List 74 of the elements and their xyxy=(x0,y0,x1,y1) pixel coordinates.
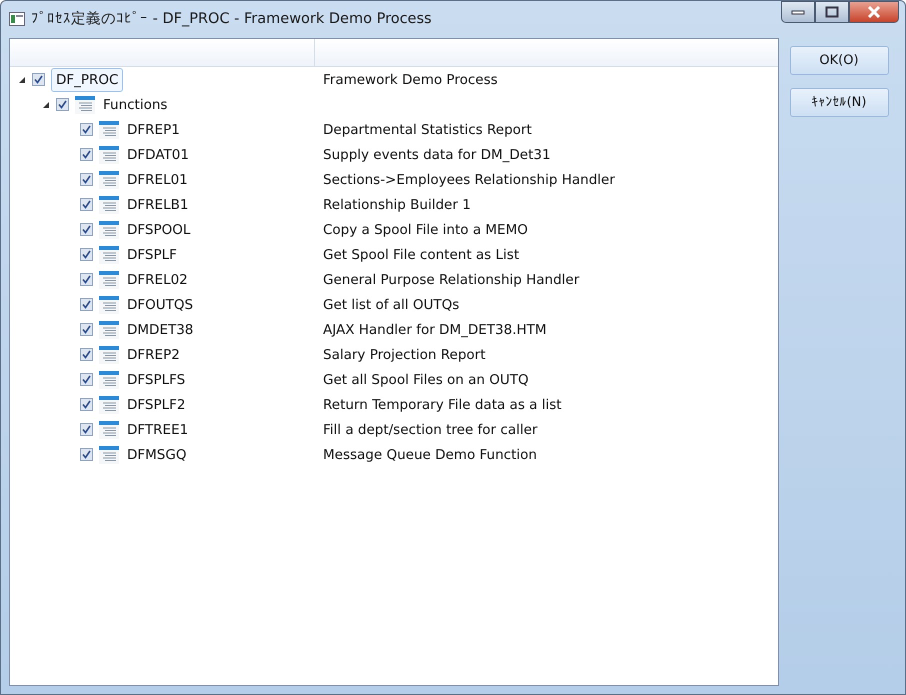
tree-item[interactable]: DFSPOOL xyxy=(123,218,194,240)
tree-item[interactable]: DFREL02 xyxy=(123,268,192,290)
description-text: Get Spool File content as List xyxy=(323,246,520,262)
tree-item[interactable]: DMDET38 xyxy=(123,318,198,340)
checkbox[interactable] xyxy=(80,248,93,261)
minimize-button[interactable] xyxy=(781,1,815,23)
checkbox[interactable] xyxy=(80,398,93,411)
checkbox[interactable] xyxy=(80,223,93,236)
list-icon xyxy=(99,320,119,338)
tree-item[interactable]: DFOUTQS xyxy=(123,294,198,316)
checkbox[interactable] xyxy=(80,448,93,461)
description-text: Departmental Statistics Report xyxy=(323,122,532,138)
maximize-button[interactable] xyxy=(815,1,849,23)
checkbox[interactable] xyxy=(56,98,69,111)
checkbox[interactable] xyxy=(80,298,93,311)
window-icon xyxy=(9,12,25,26)
description-text: Relationship Builder 1 xyxy=(323,196,471,212)
tree-item[interactable]: DF_PROC xyxy=(51,68,124,92)
tree-item[interactable]: DFMSGQ xyxy=(123,444,190,466)
list-icon xyxy=(99,246,119,264)
tree-item[interactable]: DFSPLF2 xyxy=(123,394,190,416)
minimize-icon xyxy=(791,9,805,15)
description-text: Copy a Spool File into a MEMO xyxy=(323,222,528,238)
collapse-arrow-icon[interactable] xyxy=(42,100,52,108)
list-icon xyxy=(99,446,119,464)
tree-item[interactable]: DFTREE1 xyxy=(123,418,192,440)
close-icon xyxy=(867,6,881,18)
dialog-button[interactable]: OK(O) xyxy=(790,46,888,75)
list-icon xyxy=(99,170,119,188)
checkbox[interactable] xyxy=(80,323,93,336)
checkbox[interactable] xyxy=(80,373,93,386)
window-title: ﾌﾟﾛｾｽ定義のｺﾋﾟｰ - DF_PROC - Framework Demo Process xyxy=(31,10,433,28)
checkbox[interactable] xyxy=(80,423,93,436)
tree-item[interactable]: Functions xyxy=(99,94,172,116)
description-text: Supply events data for DM_Det31 xyxy=(323,146,551,162)
list-icon xyxy=(99,196,119,214)
description-text: Return Temporary File data as a list xyxy=(323,396,562,412)
collapse-arrow-icon[interactable] xyxy=(18,76,28,84)
close-button[interactable] xyxy=(849,1,899,23)
checkbox[interactable] xyxy=(80,123,93,136)
description-text: Get list of all OUTQs xyxy=(323,296,460,312)
tree-item[interactable]: DFREP1 xyxy=(123,118,184,140)
description-text: AJAX Handler for DM_DET38.HTM xyxy=(323,322,547,338)
checkbox[interactable] xyxy=(80,148,93,161)
tree-item[interactable]: DFREP2 xyxy=(123,344,184,366)
list-icon xyxy=(99,146,119,164)
list-icon xyxy=(99,220,119,238)
description-text: Framework Demo Process xyxy=(323,72,498,88)
tree-item[interactable]: DFRELB1 xyxy=(123,194,192,216)
checkbox[interactable] xyxy=(80,273,93,286)
tree-item[interactable]: DFSPLFS xyxy=(123,368,190,390)
list-icon xyxy=(99,296,119,314)
checkbox[interactable] xyxy=(32,73,45,86)
description-text: Salary Projection Report xyxy=(323,346,486,362)
description-text: Fill a dept/section tree for caller xyxy=(323,422,538,438)
list-icon xyxy=(75,96,95,114)
tree-item[interactable]: DFREL01 xyxy=(123,168,192,190)
description-text: Get all Spool Files on an OUTQ xyxy=(323,372,529,388)
list-icon xyxy=(99,370,119,388)
tree-item[interactable]: DFSPLF xyxy=(123,244,181,266)
list-icon xyxy=(99,346,119,364)
maximize-icon xyxy=(825,6,839,18)
description-text: Message Queue Demo Function xyxy=(323,446,537,462)
description-text: Sections->Employees Relationship Handler xyxy=(323,172,615,188)
checkbox[interactable] xyxy=(80,198,93,211)
list-icon xyxy=(99,270,119,288)
checkbox[interactable] xyxy=(80,348,93,361)
dialog-button[interactable]: ｷｬﾝｾﾙ(N) xyxy=(790,88,888,117)
checkbox[interactable] xyxy=(80,173,93,186)
description-text: General Purpose Relationship Handler xyxy=(323,272,580,288)
tree-item[interactable]: DFDAT01 xyxy=(123,144,193,166)
list-icon xyxy=(99,120,119,138)
list-icon xyxy=(99,396,119,414)
list-icon xyxy=(99,420,119,438)
